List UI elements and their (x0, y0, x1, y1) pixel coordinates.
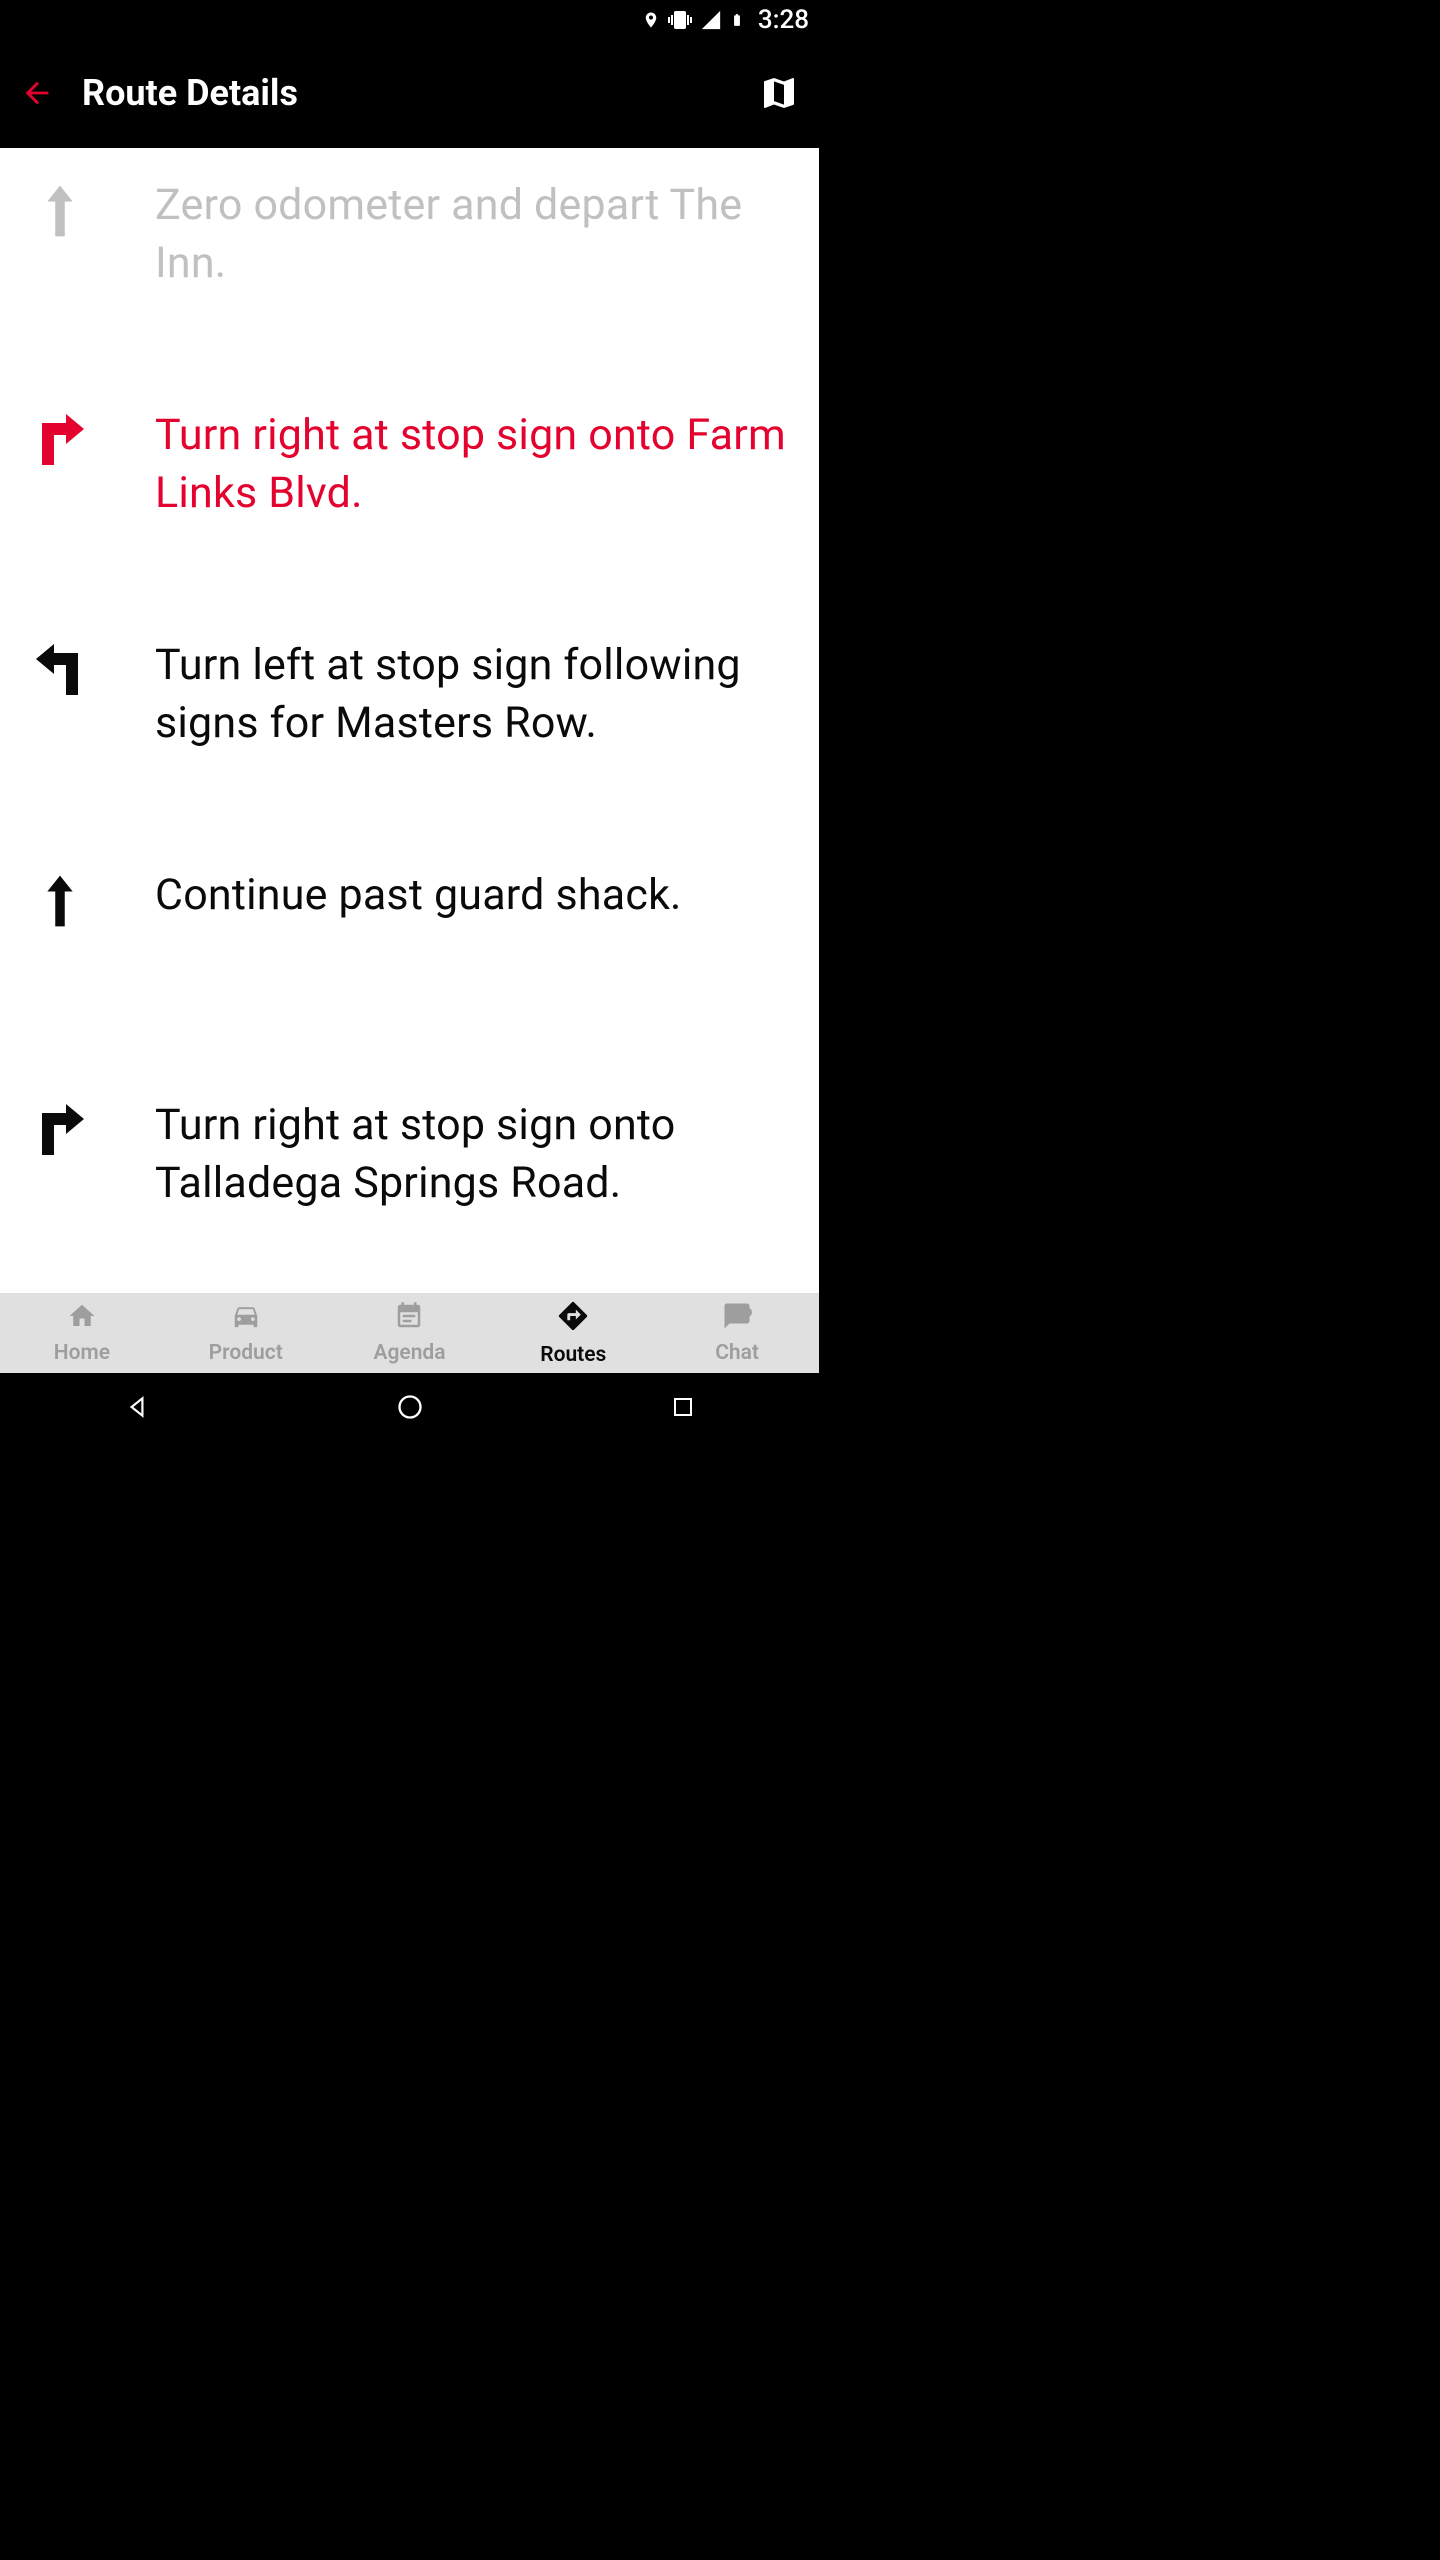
car-icon (226, 1301, 266, 1337)
turn-right-icon (20, 406, 100, 470)
route-step[interactable]: Continue past guard shack. (20, 848, 789, 1078)
back-arrow-icon (20, 76, 54, 110)
route-step-text: Turn right at stop sign onto Farm Links … (155, 406, 789, 522)
system-home-button[interactable] (370, 1393, 450, 1421)
route-step-text: Turn right at stop sign onto Talladega S… (155, 1096, 789, 1212)
system-recent-button[interactable] (643, 1395, 723, 1419)
chat-icon (719, 1301, 755, 1337)
nav-label: Agenda (373, 1341, 445, 1365)
nav-routes[interactable]: Routes (491, 1293, 655, 1373)
straight-icon (20, 866, 100, 930)
nav-label: Product (209, 1341, 283, 1365)
nav-label: Routes (540, 1343, 606, 1367)
status-icons (642, 8, 744, 32)
straight-icon (20, 176, 100, 240)
app-bar: Route Details (0, 40, 819, 148)
location-icon (642, 8, 660, 32)
agenda-icon (393, 1301, 425, 1337)
nav-home[interactable]: Home (0, 1293, 164, 1373)
system-back-button[interactable] (97, 1394, 177, 1420)
route-step[interactable]: Turn left at stop sign following signs f… (20, 618, 789, 848)
map-button[interactable] (759, 73, 799, 113)
nav-agenda[interactable]: Agenda (328, 1293, 492, 1373)
status-time: 3:28 (758, 5, 809, 35)
nav-label: Home (54, 1341, 110, 1365)
map-icon (759, 73, 799, 113)
routes-icon (556, 1299, 590, 1339)
bottom-nav-bar: Home Product Agenda Routes Chat (0, 1293, 819, 1373)
signal-cellular-icon (700, 9, 722, 31)
page-title: Route Details (82, 72, 731, 114)
nav-label: Chat (715, 1341, 759, 1365)
back-button[interactable] (20, 76, 54, 110)
system-nav-bar (0, 1373, 819, 1440)
turn-right-icon (20, 1096, 100, 1160)
nav-chat[interactable]: Chat (655, 1293, 819, 1373)
route-step[interactable]: Zero odometer and depart The Inn. (20, 158, 789, 388)
nav-car[interactable]: Product (164, 1293, 328, 1373)
triangle-back-icon (124, 1394, 150, 1420)
status-bar: 3:28 (0, 0, 819, 40)
route-step-text: Continue past guard shack. (155, 866, 682, 924)
turn-left-icon (20, 636, 100, 700)
route-step-text: Turn left at stop sign following signs f… (155, 636, 789, 752)
route-steps-list[interactable]: Zero odometer and depart The Inn. Turn ri… (0, 148, 819, 1293)
circle-home-icon (396, 1393, 424, 1421)
route-step[interactable]: Turn right at stop sign onto Talladega S… (20, 1078, 789, 1293)
battery-icon (730, 8, 744, 32)
square-recent-icon (671, 1395, 695, 1419)
vibrate-icon (668, 8, 692, 32)
route-step-text: Zero odometer and depart The Inn. (155, 176, 789, 292)
route-step[interactable]: Turn right at stop sign onto Farm Links … (20, 388, 789, 618)
home-icon (65, 1301, 99, 1337)
